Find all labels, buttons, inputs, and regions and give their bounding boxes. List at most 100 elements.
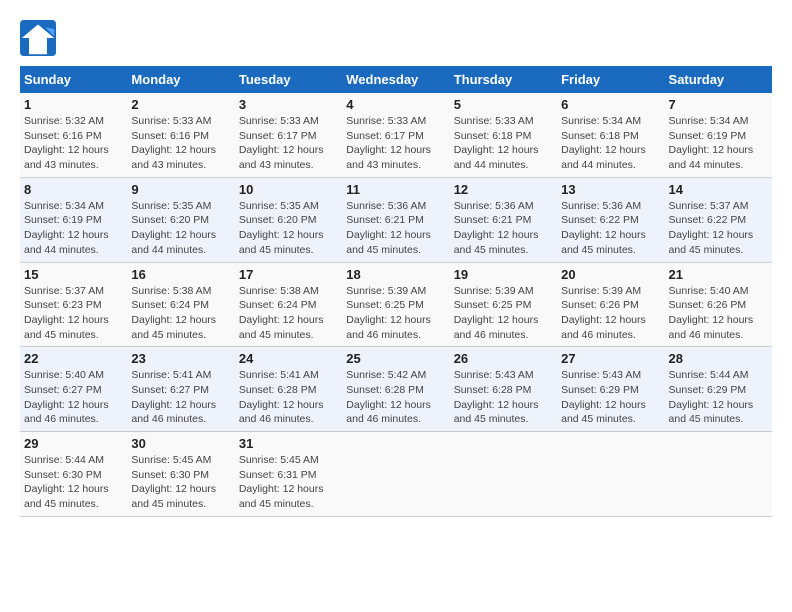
day-number: 26 <box>454 351 553 366</box>
day-number: 14 <box>669 182 768 197</box>
calendar-body: 1 Sunrise: 5:32 AM Sunset: 6:16 PM Daylig… <box>20 93 772 516</box>
day-number: 19 <box>454 267 553 282</box>
day-detail: Sunrise: 5:32 AM Sunset: 6:16 PM Dayligh… <box>24 114 123 173</box>
day-detail: Sunrise: 5:36 AM Sunset: 6:21 PM Dayligh… <box>454 199 553 258</box>
header-cell-wednesday: Wednesday <box>342 66 449 93</box>
calendar-cell: 2 Sunrise: 5:33 AM Sunset: 6:16 PM Daylig… <box>127 93 234 177</box>
day-detail: Sunrise: 5:35 AM Sunset: 6:20 PM Dayligh… <box>131 199 230 258</box>
day-detail: Sunrise: 5:43 AM Sunset: 6:28 PM Dayligh… <box>454 368 553 427</box>
day-detail: Sunrise: 5:35 AM Sunset: 6:20 PM Dayligh… <box>239 199 338 258</box>
day-number: 9 <box>131 182 230 197</box>
day-detail: Sunrise: 5:37 AM Sunset: 6:22 PM Dayligh… <box>669 199 768 258</box>
day-detail: Sunrise: 5:40 AM Sunset: 6:27 PM Dayligh… <box>24 368 123 427</box>
day-number: 1 <box>24 97 123 112</box>
day-number: 18 <box>346 267 445 282</box>
day-detail: Sunrise: 5:41 AM Sunset: 6:28 PM Dayligh… <box>239 368 338 427</box>
week-row: 8 Sunrise: 5:34 AM Sunset: 6:19 PM Daylig… <box>20 177 772 262</box>
day-number: 13 <box>561 182 660 197</box>
calendar-cell: 3 Sunrise: 5:33 AM Sunset: 6:17 PM Daylig… <box>235 93 342 177</box>
calendar-cell: 15 Sunrise: 5:37 AM Sunset: 6:23 PM Dayli… <box>20 262 127 347</box>
day-number: 31 <box>239 436 338 451</box>
day-number: 15 <box>24 267 123 282</box>
calendar-cell <box>557 432 664 517</box>
day-number: 4 <box>346 97 445 112</box>
day-number: 22 <box>24 351 123 366</box>
calendar-cell: 6Sunrise: 5:34 AM Sunset: 6:18 PM Daylig… <box>557 93 664 177</box>
day-detail: Sunrise: 5:36 AM Sunset: 6:21 PM Dayligh… <box>346 199 445 258</box>
day-number: 3 <box>239 97 338 112</box>
calendar-cell: 21 Sunrise: 5:40 AM Sunset: 6:26 PM Dayli… <box>665 262 772 347</box>
day-number: 20 <box>561 267 660 282</box>
day-number: 25 <box>346 351 445 366</box>
calendar-cell: 20 Sunrise: 5:39 AM Sunset: 6:26 PM Dayli… <box>557 262 664 347</box>
calendar-cell: 9 Sunrise: 5:35 AM Sunset: 6:20 PM Daylig… <box>127 177 234 262</box>
day-number: 27 <box>561 351 660 366</box>
logo-icon <box>20 20 56 56</box>
day-number: 12 <box>454 182 553 197</box>
day-detail: Sunrise: 5:38 AM Sunset: 6:24 PM Dayligh… <box>131 284 230 343</box>
day-detail: Sunrise: 5:43 AM Sunset: 6:29 PM Dayligh… <box>561 368 660 427</box>
day-detail: Sunrise: 5:38 AM Sunset: 6:24 PM Dayligh… <box>239 284 338 343</box>
calendar-cell <box>665 432 772 517</box>
calendar-cell: 30 Sunrise: 5:45 AM Sunset: 6:30 PM Dayli… <box>127 432 234 517</box>
calendar-cell: 14 Sunrise: 5:37 AM Sunset: 6:22 PM Dayli… <box>665 177 772 262</box>
day-detail: Sunrise: 5:34 AM Sunset: 6:19 PM Dayligh… <box>669 114 768 173</box>
calendar-cell: 10 Sunrise: 5:35 AM Sunset: 6:20 PM Dayli… <box>235 177 342 262</box>
calendar-cell: 16 Sunrise: 5:38 AM Sunset: 6:24 PM Dayli… <box>127 262 234 347</box>
calendar-cell: 23Sunrise: 5:41 AM Sunset: 6:27 PM Dayli… <box>127 347 234 432</box>
day-number: 7 <box>669 97 768 112</box>
day-detail: Sunrise: 5:45 AM Sunset: 6:31 PM Dayligh… <box>239 453 338 512</box>
day-number: 21 <box>669 267 768 282</box>
week-row: 22 Sunrise: 5:40 AM Sunset: 6:27 PM Dayli… <box>20 347 772 432</box>
day-detail: Sunrise: 5:33 AM Sunset: 6:18 PM Dayligh… <box>454 114 553 173</box>
calendar-cell: 26 Sunrise: 5:43 AM Sunset: 6:28 PM Dayli… <box>450 347 557 432</box>
day-detail: Sunrise: 5:44 AM Sunset: 6:29 PM Dayligh… <box>669 368 768 427</box>
calendar-cell: 22 Sunrise: 5:40 AM Sunset: 6:27 PM Dayli… <box>20 347 127 432</box>
calendar-cell: 12 Sunrise: 5:36 AM Sunset: 6:21 PM Dayli… <box>450 177 557 262</box>
calendar-cell <box>342 432 449 517</box>
day-detail: Sunrise: 5:33 AM Sunset: 6:17 PM Dayligh… <box>346 114 445 173</box>
calendar-cell: 28 Sunrise: 5:44 AM Sunset: 6:29 PM Dayli… <box>665 347 772 432</box>
calendar-table: SundayMondayTuesdayWednesdayThursdayFrid… <box>20 66 772 517</box>
calendar-cell: 29Sunrise: 5:44 AM Sunset: 6:30 PM Dayli… <box>20 432 127 517</box>
page-header <box>20 20 772 56</box>
day-detail: Sunrise: 5:39 AM Sunset: 6:26 PM Dayligh… <box>561 284 660 343</box>
day-detail: Sunrise: 5:33 AM Sunset: 6:17 PM Dayligh… <box>239 114 338 173</box>
week-row: 15 Sunrise: 5:37 AM Sunset: 6:23 PM Dayli… <box>20 262 772 347</box>
day-number: 8 <box>24 182 123 197</box>
header-cell-sunday: Sunday <box>20 66 127 93</box>
logo <box>20 20 60 56</box>
calendar-cell: 13Sunrise: 5:36 AM Sunset: 6:22 PM Dayli… <box>557 177 664 262</box>
day-detail: Sunrise: 5:34 AM Sunset: 6:19 PM Dayligh… <box>24 199 123 258</box>
day-number: 17 <box>239 267 338 282</box>
calendar-cell: 27 Sunrise: 5:43 AM Sunset: 6:29 PM Dayli… <box>557 347 664 432</box>
header-row: SundayMondayTuesdayWednesdayThursdayFrid… <box>20 66 772 93</box>
day-detail: Sunrise: 5:39 AM Sunset: 6:25 PM Dayligh… <box>454 284 553 343</box>
day-number: 16 <box>131 267 230 282</box>
day-detail: Sunrise: 5:39 AM Sunset: 6:25 PM Dayligh… <box>346 284 445 343</box>
calendar-header: SundayMondayTuesdayWednesdayThursdayFrid… <box>20 66 772 93</box>
day-detail: Sunrise: 5:45 AM Sunset: 6:30 PM Dayligh… <box>131 453 230 512</box>
day-number: 30 <box>131 436 230 451</box>
header-cell-friday: Friday <box>557 66 664 93</box>
day-number: 10 <box>239 182 338 197</box>
calendar-cell: 24Sunrise: 5:41 AM Sunset: 6:28 PM Dayli… <box>235 347 342 432</box>
calendar-cell: 7 Sunrise: 5:34 AM Sunset: 6:19 PM Daylig… <box>665 93 772 177</box>
day-detail: Sunrise: 5:42 AM Sunset: 6:28 PM Dayligh… <box>346 368 445 427</box>
header-cell-saturday: Saturday <box>665 66 772 93</box>
day-detail: Sunrise: 5:37 AM Sunset: 6:23 PM Dayligh… <box>24 284 123 343</box>
header-cell-monday: Monday <box>127 66 234 93</box>
day-number: 2 <box>131 97 230 112</box>
day-number: 28 <box>669 351 768 366</box>
calendar-cell: 19 Sunrise: 5:39 AM Sunset: 6:25 PM Dayli… <box>450 262 557 347</box>
week-row: 1 Sunrise: 5:32 AM Sunset: 6:16 PM Daylig… <box>20 93 772 177</box>
week-row: 29Sunrise: 5:44 AM Sunset: 6:30 PM Dayli… <box>20 432 772 517</box>
header-cell-tuesday: Tuesday <box>235 66 342 93</box>
calendar-cell <box>450 432 557 517</box>
day-detail: Sunrise: 5:44 AM Sunset: 6:30 PM Dayligh… <box>24 453 123 512</box>
calendar-cell: 25 Sunrise: 5:42 AM Sunset: 6:28 PM Dayli… <box>342 347 449 432</box>
day-number: 5 <box>454 97 553 112</box>
day-detail: Sunrise: 5:33 AM Sunset: 6:16 PM Dayligh… <box>131 114 230 173</box>
calendar-cell: 31 Sunrise: 5:45 AM Sunset: 6:31 PM Dayli… <box>235 432 342 517</box>
day-detail: Sunrise: 5:40 AM Sunset: 6:26 PM Dayligh… <box>669 284 768 343</box>
